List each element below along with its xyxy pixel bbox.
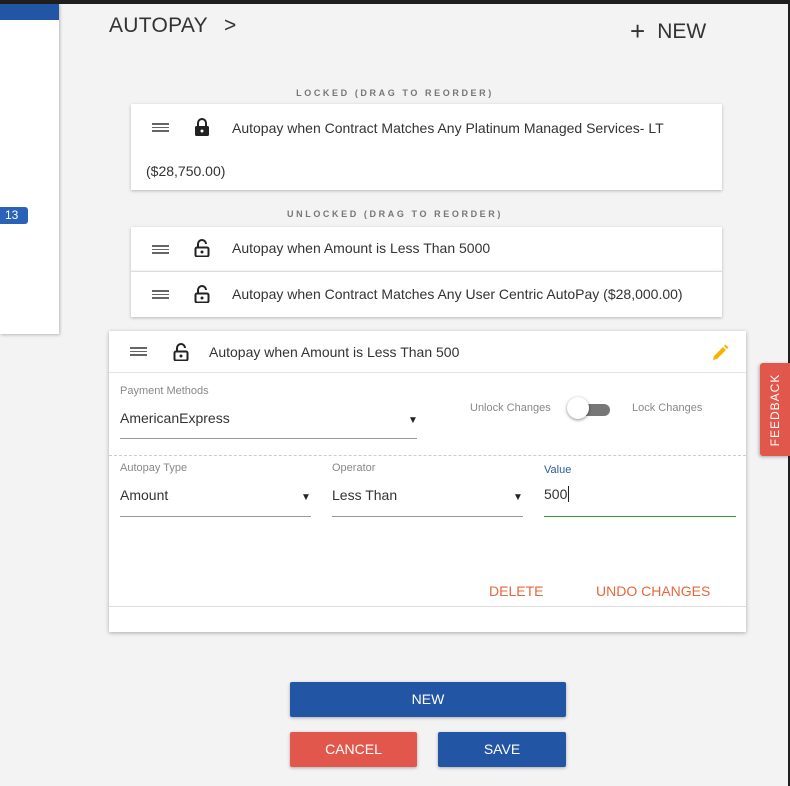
feedback-label: FEEDBACK <box>768 373 782 446</box>
delete-button[interactable]: DELETE <box>489 583 543 599</box>
save-button[interactable]: SAVE <box>438 732 566 767</box>
locked-rule-text-line2: ($28,750.00) <box>146 163 226 179</box>
caret-down-icon[interactable]: ▼ <box>301 492 311 503</box>
page-title: AUTOPAY <box>109 14 208 37</box>
drag-handle-icon[interactable] <box>152 245 169 255</box>
unlocked-rule-text: Autopay when Amount is Less Than 5000 <box>232 240 491 256</box>
unlocked-section-label: UNLOCKED (DRAG TO REORDER) <box>287 209 503 219</box>
autopay-type-underline <box>120 516 311 517</box>
side-panel-header-bar <box>0 4 59 20</box>
locked-section-label: LOCKED (DRAG TO REORDER) <box>296 88 494 98</box>
unlocked-rule-card[interactable]: Autopay when Contract Matches Any User C… <box>131 271 722 317</box>
drag-handle-icon[interactable] <box>152 290 169 300</box>
locked-rule-text-line1: Autopay when Contract Matches Any Platin… <box>232 120 664 136</box>
new-label: NEW <box>657 20 707 43</box>
lock-open-icon[interactable] <box>173 343 189 361</box>
value-label: Value <box>544 464 572 476</box>
feedback-tab[interactable]: FEEDBACK <box>760 363 790 456</box>
unlocked-rule-card[interactable]: Autopay when Amount is Less Than 5000 <box>131 227 722 271</box>
operator-underline <box>332 516 523 517</box>
new-autopay-header-button[interactable]: + NEW <box>630 14 707 46</box>
autopay-type-label: Autopay Type <box>120 462 188 474</box>
value-input-underline <box>544 516 736 517</box>
payment-methods-underline <box>120 438 417 439</box>
section-divider <box>109 455 746 456</box>
side-panel: 13 <box>0 4 59 334</box>
unlocked-rule-text: Autopay when Contract Matches Any User C… <box>232 286 683 302</box>
undo-changes-button[interactable]: UNDO CHANGES <box>596 583 710 599</box>
edit-panel-footer-divider <box>109 606 746 607</box>
pencil-icon[interactable] <box>711 344 729 362</box>
chevron-right-icon[interactable]: > <box>224 14 236 38</box>
locked-rule-card[interactable]: Autopay when Contract Matches Any Platin… <box>131 104 722 190</box>
new-button[interactable]: NEW <box>290 682 566 717</box>
drag-handle-icon[interactable] <box>152 123 169 133</box>
edit-panel-header-divider <box>109 372 746 373</box>
lock-changes-label: Lock Changes <box>632 402 703 414</box>
lock-open-icon <box>194 285 210 303</box>
drag-handle-icon[interactable] <box>130 347 147 357</box>
autopay-type-select[interactable]: Amount <box>120 487 168 503</box>
payment-methods-label: Payment Methods <box>120 385 209 397</box>
operator-select[interactable]: Less Than <box>332 487 397 503</box>
lock-toggle-switch[interactable] <box>567 397 589 419</box>
value-input[interactable]: 500 <box>544 486 570 502</box>
unlock-changes-label: Unlock Changes <box>470 402 551 414</box>
plus-icon: + <box>630 16 646 46</box>
top-window-border <box>0 0 790 4</box>
operator-label: Operator <box>332 462 376 474</box>
lock-closed-icon <box>195 118 209 136</box>
edit-panel-title: Autopay when Amount is Less Than 500 <box>209 344 460 360</box>
cancel-button[interactable]: CANCEL <box>290 732 417 767</box>
caret-down-icon[interactable]: ▼ <box>408 415 418 426</box>
caret-down-icon[interactable]: ▼ <box>513 492 523 503</box>
lock-open-icon <box>194 239 210 257</box>
payment-methods-select[interactable]: AmericanExpress <box>120 410 230 426</box>
